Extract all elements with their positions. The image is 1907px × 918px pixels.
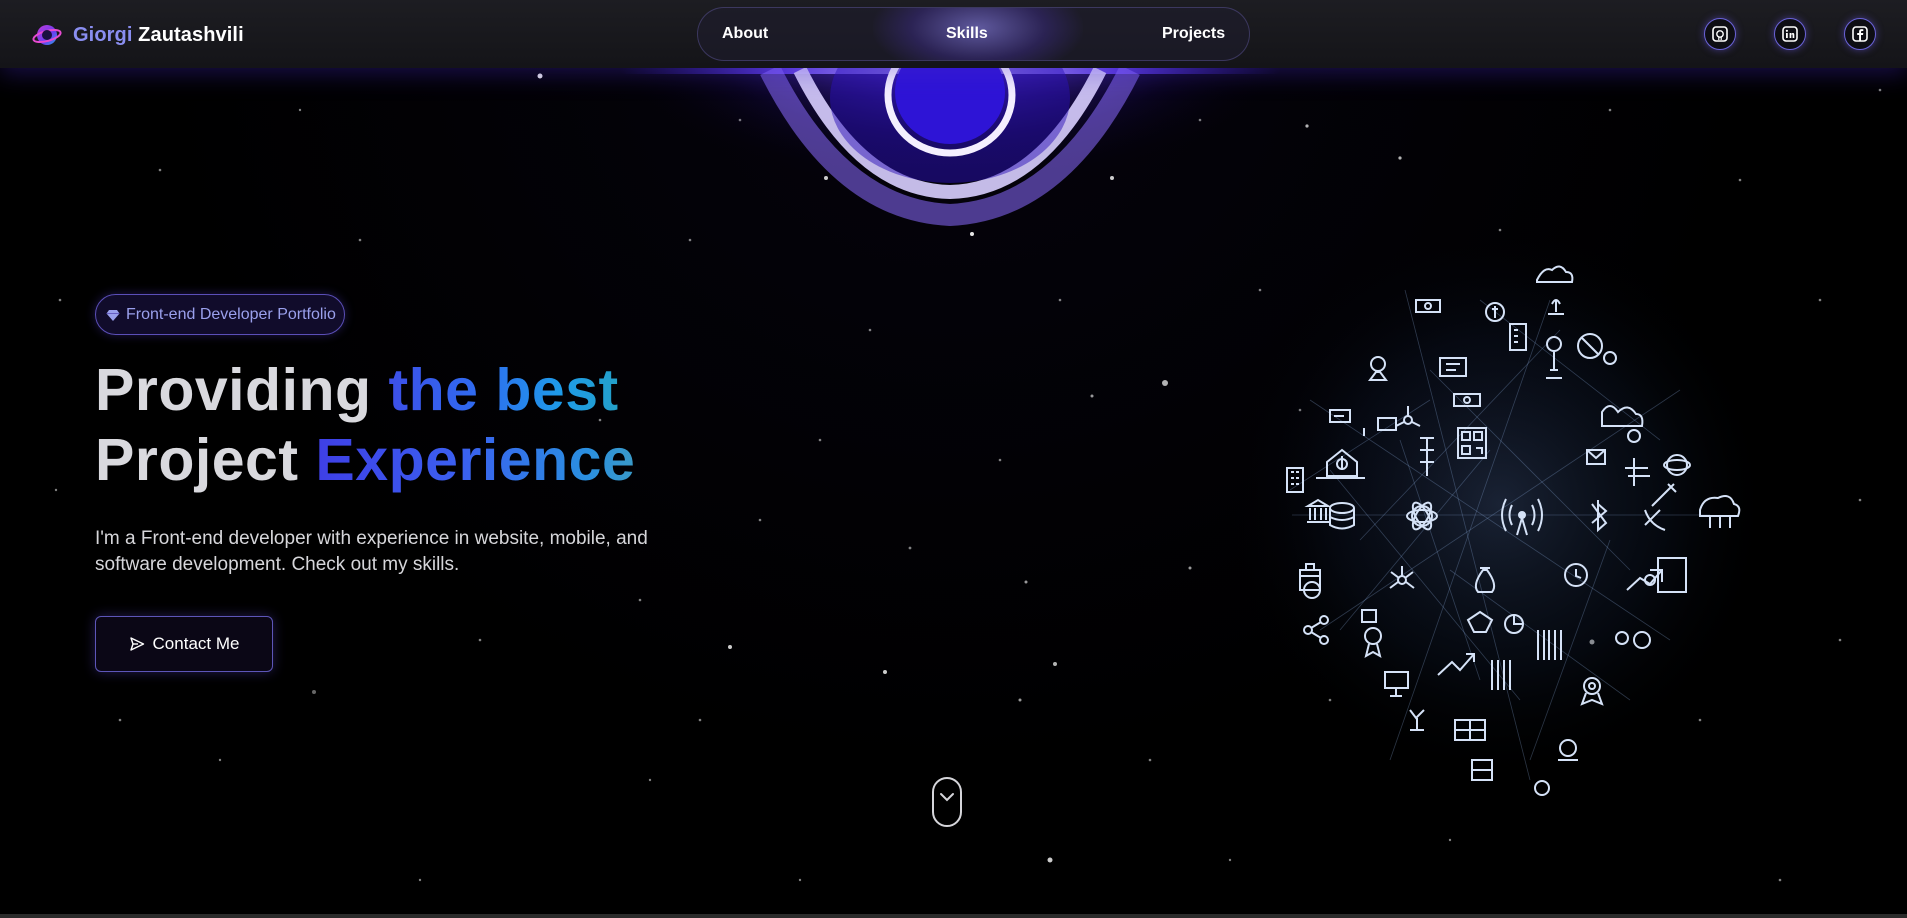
headline-line-1: Providing the best xyxy=(95,357,619,423)
headline-line-2: Project Experience xyxy=(95,427,636,493)
hero-description: I'm a Front-end developer with experienc… xyxy=(95,528,648,575)
linkedin-icon xyxy=(1782,26,1798,42)
nav-link-about[interactable]: About xyxy=(722,25,768,43)
github-icon xyxy=(1712,26,1728,42)
portfolio-page: Giorgi Zautashvili About Skills Projects xyxy=(0,0,1907,918)
main-nav: About Skills Projects xyxy=(697,7,1250,61)
facebook-icon xyxy=(1852,26,1868,42)
bottom-scrollbar-strip xyxy=(0,914,1907,918)
brand[interactable]: Giorgi Zautashvili xyxy=(31,19,244,51)
diamond-icon xyxy=(106,309,120,321)
brand-name: Giorgi Zautashvili xyxy=(73,23,244,46)
chevron-down-icon xyxy=(940,793,954,802)
scroll-down-indicator[interactable] xyxy=(932,777,962,827)
tech-globe-graphic xyxy=(1230,240,1770,796)
contact-me-button[interactable]: Contact Me xyxy=(95,616,273,672)
nav-link-skills[interactable]: Skills xyxy=(946,25,988,43)
send-icon xyxy=(129,637,144,651)
github-link[interactable] xyxy=(1704,18,1736,50)
top-navbar: Giorgi Zautashvili About Skills Projects xyxy=(0,0,1907,68)
contact-me-label: Contact Me xyxy=(152,634,240,653)
nav-link-projects[interactable]: Projects xyxy=(1162,25,1225,43)
facebook-link[interactable] xyxy=(1844,18,1876,50)
portfolio-badge: Front-end Developer Portfolio xyxy=(95,294,345,335)
hero-headline: Providing the best Project Experience xyxy=(95,355,635,495)
planet-logo-icon xyxy=(32,25,62,45)
badge-label: Front-end Developer Portfolio xyxy=(126,305,336,323)
linkedin-link[interactable] xyxy=(1774,18,1806,50)
